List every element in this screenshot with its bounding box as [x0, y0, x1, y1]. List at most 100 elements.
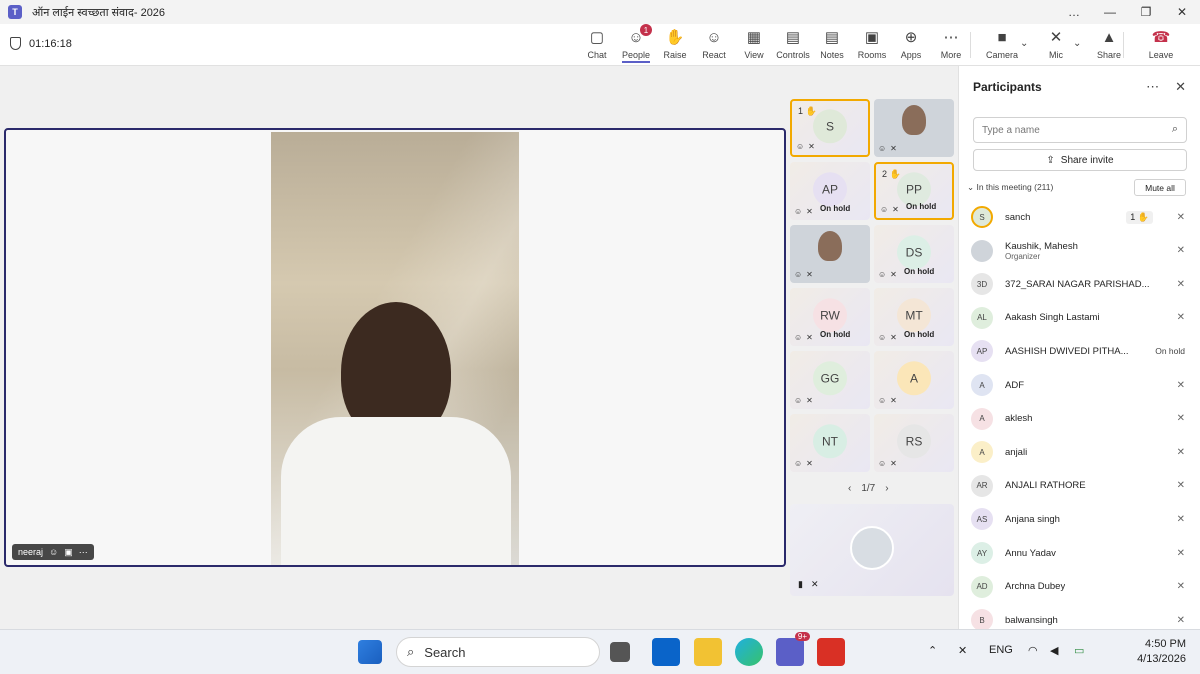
participant-row[interactable]: AD Archna Dubey ✕: [971, 571, 1193, 603]
participant-video-tile[interactable]: RS ☺ ✕: [874, 414, 954, 472]
participant-video-tile[interactable]: ☺ ✕: [790, 225, 870, 283]
chat-button[interactable]: ▢ Chat: [576, 27, 618, 63]
participant-row[interactable]: 3D 372_SARAI NAGAR PARISHAD... ✕: [971, 268, 1193, 300]
participant-video-tile[interactable]: ☺ ✕: [874, 99, 954, 157]
tile-controls: ☺ ✕: [880, 205, 899, 214]
mic-off-icon[interactable]: ✕: [1177, 514, 1185, 525]
participant-video-tile[interactable]: A ☺ ✕: [874, 351, 954, 409]
mic-off-icon: ✕: [1049, 29, 1063, 46]
mic-off-icon[interactable]: ✕: [1177, 413, 1185, 424]
close-button[interactable]: ✕: [1164, 0, 1200, 24]
react-button[interactable]: ☺ React: [693, 27, 735, 63]
participant-icon: ☺: [878, 270, 887, 279]
rooms-button[interactable]: ▣ Rooms: [851, 27, 893, 63]
more-options-icon[interactable]: …: [1056, 0, 1092, 24]
mic-off-icon[interactable]: ✕: [1177, 548, 1185, 559]
mic-off-icon[interactable]: ✕: [1177, 279, 1185, 290]
participant-video-tile[interactable]: AP ☺ ✕ On hold: [790, 162, 870, 220]
mic-off-icon[interactable]: ✕: [1177, 380, 1185, 391]
speaker-video[interactable]: neeraj ☺ ▣ ⋯: [4, 128, 786, 567]
participant-icon: ☺: [878, 144, 887, 153]
toolbar-divider: [1123, 32, 1124, 58]
speaker-name: neeraj: [18, 547, 44, 557]
participant-row[interactable]: AP AASHISH DWIVEDI PITHA... On hold: [971, 335, 1193, 367]
teams-icon[interactable]: 9+: [776, 632, 810, 666]
next-page-icon[interactable]: ›: [885, 483, 888, 494]
share-invite-button[interactable]: ⇪ Share invite: [973, 149, 1187, 171]
participant-avatar: RS: [897, 424, 931, 459]
acrobat-icon[interactable]: [817, 638, 845, 666]
participant-name: ANJALI RATHORE: [1005, 480, 1086, 492]
raise-button[interactable]: ✋ Raise: [654, 27, 696, 63]
apps-button[interactable]: ⊕ Apps: [890, 27, 932, 63]
controls-label: Controls: [776, 50, 810, 60]
participant-row[interactable]: AR ANJALI RATHORE ✕: [971, 470, 1193, 502]
minimize-button[interactable]: —: [1092, 0, 1128, 24]
more-options-icon[interactable]: ⋯: [1146, 79, 1159, 95]
participant-video-tile[interactable]: GG ☺ ✕: [790, 351, 870, 409]
participant-icon: ☺: [794, 396, 803, 405]
title-bar: T ऑन लाईन स्वच्छता संवाद- 2026 … — ❐ ✕: [0, 0, 1200, 24]
people-button[interactable]: ☺ 1 People: [615, 24, 657, 63]
gallery-pager: ‹ 1/7 ›: [848, 483, 889, 494]
volume-icon[interactable]: ◀: [1050, 644, 1058, 657]
participant-row[interactable]: AY Annu Yadav ✕: [971, 537, 1193, 569]
mic-off-icon[interactable]: ✕: [1177, 447, 1185, 458]
participant-row[interactable]: Ssanch 1 ✋ ✕: [971, 201, 1193, 233]
edge-icon[interactable]: [735, 638, 763, 666]
battery-icon[interactable]: ▭: [1074, 644, 1084, 657]
participant-video-tile[interactable]: PP 2 ✋ ☺ ✕ On hold: [874, 162, 954, 220]
self-view-tile[interactable]: ▮ ✕: [790, 504, 954, 596]
participant-video-tile[interactable]: S1 ✋ ☺ ✕: [790, 99, 870, 157]
mic-off-icon[interactable]: ✕: [1177, 581, 1185, 592]
participant-row[interactable]: AS Anjana singh ✕: [971, 503, 1193, 535]
camera-chevron-icon[interactable]: ⌄: [1020, 38, 1028, 49]
mic-off-icon[interactable]: ✕: [1177, 480, 1185, 491]
participant-row[interactable]: Bbalwansingh ✕: [971, 604, 1193, 629]
participant-search-input[interactable]: Type a name ⌕: [973, 117, 1187, 143]
participant-name-block: balwansingh: [1005, 615, 1058, 626]
more-button[interactable]: ⋯ More: [930, 27, 972, 63]
language-indicator[interactable]: ENG: [989, 644, 1013, 656]
more-icon[interactable]: ⋯: [79, 547, 88, 558]
prev-page-icon[interactable]: ‹: [848, 483, 851, 494]
mic-off-icon[interactable]: ✕: [1177, 615, 1185, 626]
system-clock[interactable]: 4:50 PM 4/13/2026: [1137, 637, 1186, 667]
maximize-button[interactable]: ❐: [1128, 0, 1164, 24]
participant-row[interactable]: A ADF ✕: [971, 369, 1193, 401]
participant-avatar: A: [971, 374, 993, 396]
outlook-icon[interactable]: [652, 638, 680, 666]
participant-video-tile[interactable]: RW ☺ ✕ On hold: [790, 288, 870, 346]
mic-off-icon[interactable]: ✕: [1177, 245, 1185, 256]
close-icon[interactable]: ✕: [1175, 79, 1186, 95]
mic-off-icon[interactable]: ✕: [1177, 312, 1185, 323]
controls-button[interactable]: ▤ Controls: [772, 27, 814, 63]
participant-video-tile[interactable]: DS ☺ ✕ On hold: [874, 225, 954, 283]
participant-row[interactable]: AL Aakash Singh Lastami ✕: [971, 302, 1193, 334]
on-hold-label: On hold: [904, 267, 935, 276]
notes-button[interactable]: ▤ Notes: [811, 27, 853, 63]
in-meeting-header[interactable]: ⌄ In this meeting (211): [967, 182, 1053, 193]
participant-video-tile[interactable]: NT ☺ ✕: [790, 414, 870, 472]
participant-row[interactable]: Kaushik, Mahesh Organizer ✕: [971, 235, 1193, 267]
leave-button[interactable]: ☎ Leave: [1140, 27, 1182, 63]
wifi-icon[interactable]: ◠: [1028, 644, 1038, 657]
participant-row[interactable]: Aanjali ✕: [971, 436, 1193, 468]
tray-chevron-icon[interactable]: ⌃: [928, 644, 937, 657]
participant-row[interactable]: Aaklesh ✕: [971, 403, 1193, 435]
mic-off-icon[interactable]: ✕: [1177, 212, 1185, 223]
participant-avatar: S: [971, 206, 993, 228]
task-view-icon[interactable]: [610, 642, 630, 662]
view-button[interactable]: ▦ View: [733, 27, 775, 63]
taskbar-search[interactable]: ⌕ Search: [396, 637, 600, 667]
windows-start-icon[interactable]: [358, 640, 382, 664]
participant-video-tile[interactable]: MT ☺ ✕ On hold: [874, 288, 954, 346]
participant-icon: ☺: [794, 459, 803, 468]
camera-button[interactable]: ■ Camera: [981, 27, 1023, 63]
file-explorer-icon[interactable]: [694, 638, 722, 666]
mic-chevron-icon[interactable]: ⌄: [1073, 38, 1081, 49]
signal-icon: ▮: [798, 579, 803, 589]
mic-button[interactable]: ✕ Mic: [1035, 27, 1077, 63]
mic-muted-tray-icon[interactable]: ✕: [958, 644, 967, 657]
mute-all-button[interactable]: Mute all: [1134, 179, 1186, 196]
